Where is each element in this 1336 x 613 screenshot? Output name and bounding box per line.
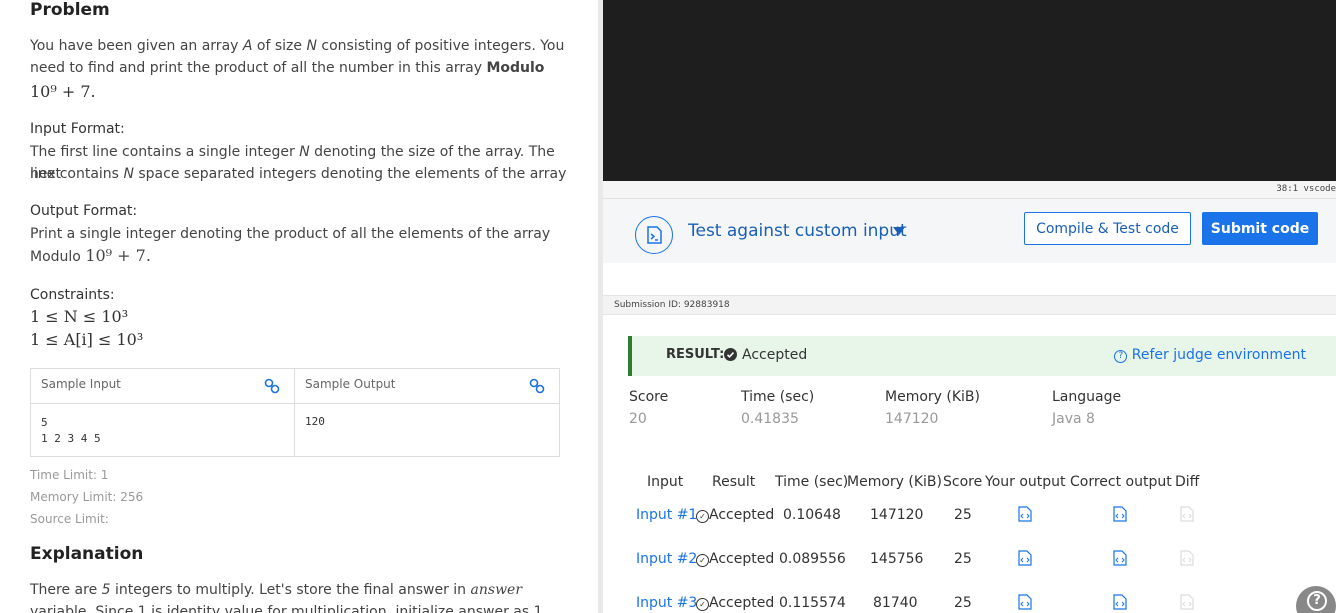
memory-limit: Memory Limit: 256 (30, 490, 144, 504)
summary-time: 0.41835 (741, 411, 799, 427)
result-value: Accepted (742, 347, 808, 363)
statement-text: You have been given an array (30, 38, 243, 54)
compile-test-button[interactable]: Compile & Test code (1024, 212, 1191, 245)
sample-input-value: 5 1 2 3 4 5 (31, 404, 295, 456)
statement-bold: Modulo (486, 60, 545, 76)
table-row-memory: 81740 (873, 595, 918, 611)
diff-file-icon (1180, 506, 1194, 522)
sample-io-table: Sample Input Sample Output 5 1 2 3 4 5 1… (30, 368, 560, 457)
link-icon[interactable] (529, 378, 545, 394)
statement-var: N (306, 38, 317, 54)
sample-input-header: Sample Input (31, 369, 295, 404)
cursor-position: 38:1 vscode (1276, 184, 1336, 194)
check-circle-icon (724, 348, 737, 361)
your-output-file-icon[interactable] (1018, 550, 1032, 566)
sample-input-label: Sample Input (41, 377, 121, 391)
summary-score: 20 (629, 411, 647, 427)
correct-output-file-icon[interactable] (1113, 550, 1127, 566)
explanation-title: Explanation (30, 544, 144, 564)
constraint-n: 1 ≤ N ≤ 10³ (30, 307, 129, 326)
link-icon[interactable] (264, 378, 280, 394)
table-header-result: Result (712, 474, 756, 490)
statement-text: of size (252, 38, 307, 54)
table-row-result: ✓ Accepted (696, 595, 774, 611)
help-button-icon[interactable]: ? (1296, 586, 1336, 613)
submission-id: Submission ID: 92883918 (614, 300, 730, 310)
table-row-time: 0.089556 (779, 551, 846, 567)
problem-title: Problem (30, 0, 110, 20)
summary-header-memory: Memory (KiB) (885, 389, 980, 405)
table-header-memory: Memory (KiB) (847, 474, 942, 490)
explanation-line1: There are 5 integers to multiply. Let's … (30, 582, 523, 598)
code-editor[interactable] (603, 0, 1336, 181)
summary-header-language: Language (1052, 389, 1122, 405)
diff-file-icon (1180, 594, 1194, 610)
constraints-label: Constraints: (30, 287, 115, 303)
check-outline-icon: ✓ (696, 510, 709, 523)
table-row-score: 25 (954, 551, 972, 567)
problem-pane: Problem You have been given an array A o… (0, 0, 598, 613)
summary-language: Java 8 (1052, 411, 1095, 427)
table-row-memory: 147120 (870, 507, 924, 523)
caret-down-icon[interactable] (893, 227, 905, 235)
output-format-line2: Modulo 10⁹ + 7. (30, 246, 151, 265)
sample-output-header: Sample Output (295, 369, 559, 404)
input-format-line2: line contains N space separated integers… (30, 166, 567, 182)
correct-output-file-icon[interactable] (1113, 506, 1127, 522)
refer-judge-link[interactable]: ? Refer judge environment (1114, 347, 1306, 363)
summary-header-score: Score (629, 389, 669, 405)
table-header-time: Time (sec) (775, 474, 849, 490)
summary-header-time: Time (sec) (741, 389, 815, 405)
explanation-line2: variable. Since 1 is identity value for … (30, 604, 543, 613)
submission-id-bar: Submission ID: 92883918 (603, 295, 1336, 315)
table-row-input-link[interactable]: Input #1 (636, 507, 697, 523)
table-header-score: Score (943, 474, 983, 490)
your-output-file-icon[interactable] (1018, 506, 1032, 522)
table-row-score: 25 (954, 595, 972, 611)
table-header-diff: Diff (1175, 474, 1200, 490)
check-outline-icon: ✓ (696, 554, 709, 567)
source-limit: Source Limit: (30, 512, 109, 526)
output-format-line1: Print a single integer denoting the prod… (30, 226, 551, 242)
time-limit: Time Limit: 1 (30, 468, 109, 482)
table-row-score: 25 (954, 507, 972, 523)
result-label: RESULT: (666, 347, 725, 362)
table-row-time: 0.115574 (779, 595, 846, 611)
correct-output-file-icon[interactable] (1113, 594, 1127, 610)
sample-output-label: Sample Output (305, 377, 396, 391)
table-row-time: 0.10648 (783, 507, 841, 523)
check-outline-icon: ✓ (696, 598, 709, 611)
problem-statement: You have been given an array A of size N… (30, 35, 570, 79)
table-row-memory: 145756 (870, 551, 924, 567)
table-row-result: ✓ Accepted (696, 507, 774, 523)
table-header-your-output: Your output (985, 474, 1066, 490)
output-format-label: Output Format: (30, 203, 138, 219)
sample-output-value: 120 (305, 415, 325, 428)
table-header-correct-output: Correct output (1070, 474, 1172, 490)
custom-input-toggle[interactable]: Test against custom input (688, 221, 907, 241)
summary-memory: 147120 (885, 411, 939, 427)
table-row-result: ✓ Accepted (696, 551, 774, 567)
input-format-label: Input Format: (30, 121, 125, 137)
refer-judge-label: Refer judge environment (1131, 347, 1306, 363)
help-circle-icon: ? (1114, 350, 1128, 363)
terminal-icon[interactable] (635, 216, 673, 254)
statement-math: 10⁹ + 7. (30, 82, 96, 101)
table-header-input: Input (647, 474, 684, 490)
result-banner: RESULT: Accepted ? Refer judge environme… (628, 336, 1336, 376)
your-output-file-icon[interactable] (1018, 594, 1032, 610)
table-row-input-link[interactable]: Input #3 (636, 595, 697, 611)
submit-button[interactable]: Submit code (1202, 212, 1318, 245)
constraint-a: 1 ≤ A[i] ≤ 10³ (30, 330, 144, 349)
editor-status-bar: 38:1 vscode (603, 181, 1336, 199)
table-row-input-link[interactable]: Input #2 (636, 551, 697, 567)
editor-toolbar: Test against custom input Compile & Test… (603, 199, 1336, 263)
diff-file-icon (1180, 550, 1194, 566)
